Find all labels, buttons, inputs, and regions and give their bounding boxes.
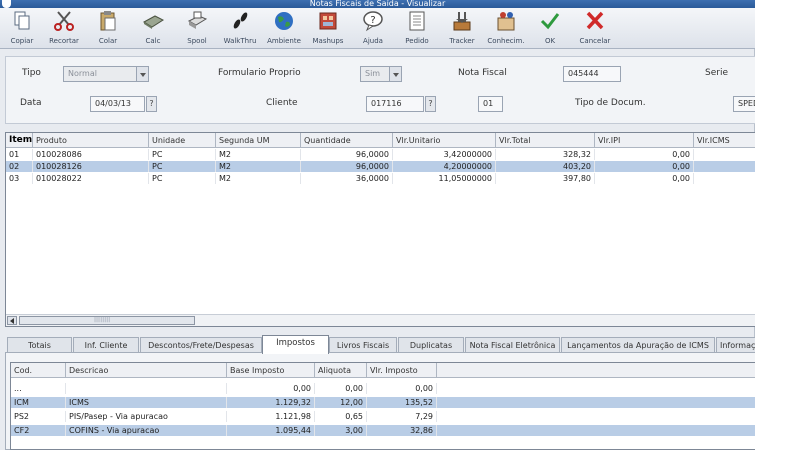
help-button[interactable]: ? Ajuda — [351, 10, 395, 48]
col-vlr-icms[interactable]: Vlr.ICMS — [694, 133, 755, 148]
serie-label: Serie — [705, 68, 728, 78]
col-vlr-imposto[interactable]: Vlr. Imposto — [367, 363, 437, 378]
formulario-label: Formulario Proprio — [218, 68, 301, 78]
table-row[interactable]: 02 010028126 PC M2 96,0000 4,20000000 40… — [6, 161, 755, 172]
calculator-icon — [143, 15, 165, 29]
data-lookup-button[interactable]: ? — [146, 96, 157, 112]
copy-icon — [14, 11, 30, 30]
tipo-label: Tipo — [22, 68, 41, 78]
copy-button[interactable]: Copiar — [0, 10, 44, 48]
formulario-dropdown-arrow[interactable] — [389, 66, 402, 82]
col-vlr-ipi[interactable]: Vlr.IPI — [595, 133, 694, 148]
globe-icon — [275, 12, 293, 30]
conhecimento-button[interactable]: Conhecim. — [484, 10, 528, 48]
data-label: Data — [20, 98, 42, 108]
col-cod[interactable]: Cod. — [11, 363, 66, 378]
pedido-button[interactable]: Pedido — [395, 10, 439, 48]
items-grid-header: Item Produto Unidade Segunda UM Quantida… — [6, 133, 755, 148]
table-row[interactable]: ICM ICMS 1.129,32 12,00 135,52 — [11, 397, 755, 408]
tipo-select[interactable]: Normal — [63, 66, 137, 82]
table-row[interactable]: ... 0,00 0,00 0,00 — [11, 383, 755, 394]
table-row[interactable]: 01 010028086 PC M2 96,0000 3,42000000 32… — [6, 149, 755, 160]
app-icon — [2, 0, 11, 8]
cut-button[interactable]: Recortar — [42, 10, 86, 48]
x-icon — [586, 11, 604, 30]
items-grid-scrollbar[interactable] — [6, 314, 755, 326]
col-aliquota[interactable]: Aliquota — [315, 363, 367, 378]
mashup-icon — [319, 12, 337, 30]
tab-informacoes[interactable]: Informaç — [716, 337, 755, 353]
formulario-select[interactable]: Sim — [360, 66, 390, 82]
paste-button[interactable]: Colar — [86, 10, 130, 48]
title-bar: Notas Fiscais de Saída - Visualizar — [0, 0, 755, 8]
footprints-icon — [233, 12, 248, 29]
spool-button[interactable]: Spool — [175, 10, 219, 48]
taxes-grid-header: Cod. Descricao Base Imposto Aliquota Vlr… — [11, 363, 755, 378]
col-produto[interactable]: Produto — [33, 133, 149, 148]
table-row[interactable]: CF2 COFINS - Via apuracao 1.095,44 3,00 … — [11, 425, 755, 436]
loja-field[interactable]: 01 — [478, 96, 503, 112]
table-row[interactable]: PS2 PIS/Pasep - Via apuracao 1.121,98 0,… — [11, 411, 755, 422]
col-quantidade[interactable]: Quantidade — [301, 133, 393, 148]
tab-totais[interactable]: Totais — [7, 337, 72, 353]
walkthru-button[interactable]: WalkThru — [218, 10, 262, 48]
tab-impostos[interactable]: Impostos — [262, 335, 329, 354]
window-title: Notas Fiscais de Saída - Visualizar — [309, 0, 446, 8]
calc-button[interactable]: Calc — [131, 10, 175, 48]
knowledge-icon — [497, 12, 515, 31]
data-field[interactable]: 04/03/13 — [90, 96, 145, 112]
nota-fiscal-label: Nota Fiscal — [458, 68, 507, 78]
col-item[interactable]: Item — [6, 133, 33, 148]
tracker-button[interactable]: Tracker — [440, 10, 484, 48]
ambiente-button[interactable]: Ambiente — [262, 10, 306, 48]
col-base-imposto[interactable]: Base Imposto — [227, 363, 315, 378]
nota-fiscal-window: Notas Fiscais de Saída - Visualizar Copi… — [0, 0, 755, 450]
scissors-icon — [54, 11, 74, 31]
cliente-lookup-button[interactable]: ? — [425, 96, 436, 112]
check-icon — [540, 13, 560, 30]
items-grid[interactable]: Item Produto Unidade Segunda UM Quantida… — [5, 132, 755, 327]
scrollbar-thumb[interactable] — [19, 316, 195, 325]
document-icon — [409, 11, 425, 31]
tipo-docum-label: Tipo de Docum. — [575, 98, 646, 108]
col-descricao[interactable]: Descricao — [66, 363, 227, 378]
nota-fiscal-field[interactable]: 045444 — [563, 66, 621, 82]
printer-icon — [187, 11, 208, 29]
mashups-button[interactable]: Mashups — [306, 10, 350, 48]
tab-nota-eletronica[interactable]: Nota Fiscal Eletrônica — [465, 337, 560, 353]
col-unidade[interactable]: Unidade — [149, 133, 216, 148]
cliente-label: Cliente — [266, 98, 298, 108]
tab-inf-cliente[interactable]: Inf. Cliente — [73, 337, 139, 353]
tab-duplicatas[interactable]: Duplicatas — [398, 337, 464, 353]
col-vlr-total[interactable]: Vlr.Total — [496, 133, 595, 148]
cliente-field[interactable]: 017116 — [366, 96, 424, 112]
paste-icon — [100, 11, 116, 31]
taxes-grid[interactable]: Cod. Descricao Base Imposto Aliquota Vlr… — [10, 362, 755, 450]
toolbar: Copiar Recortar Colar Calc Spool WalkThr… — [0, 8, 755, 49]
tipo-docum-field[interactable]: SPED — [733, 96, 755, 112]
folder-tabs: Totais Inf. Cliente Descontos/Frete/Desp… — [5, 335, 755, 354]
tab-descontos[interactable]: Descontos/Frete/Despesas — [140, 337, 262, 353]
tracker-icon — [453, 12, 471, 31]
col-vlr-unitario[interactable]: Vlr.Unitario — [393, 133, 496, 148]
col-segunda-um[interactable]: Segunda UM — [216, 133, 301, 148]
help-icon: ? — [363, 11, 383, 32]
cancel-button[interactable]: Cancelar — [573, 10, 617, 48]
scroll-left-arrow-icon[interactable] — [7, 316, 17, 325]
table-row[interactable]: 03 010028022 PC M2 36,0000 11,05000000 3… — [6, 173, 755, 184]
tab-lancamentos-icms[interactable]: Lançamentos da Apuração de ICMS — [561, 337, 715, 353]
svg-text:?: ? — [370, 15, 375, 26]
ok-button[interactable]: OK — [528, 10, 572, 48]
tipo-dropdown-arrow[interactable] — [136, 66, 149, 82]
tab-livros-fiscais[interactable]: Livros Fiscais — [329, 337, 397, 353]
